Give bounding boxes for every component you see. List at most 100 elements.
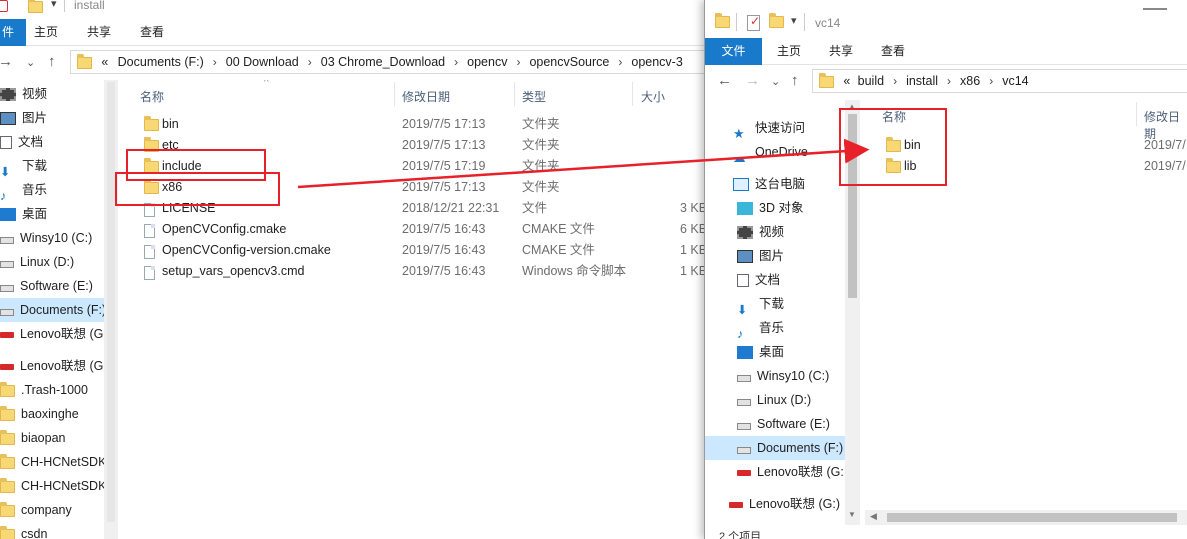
sidebar-item[interactable]: ♪ 音乐 [0,178,118,203]
folder-icon[interactable] [715,13,730,28]
sidebar-item[interactable]: 图片 [705,244,845,268]
breadcrumb-item[interactable]: opencv [467,51,507,73]
sidebar-item[interactable]: biaopan [0,426,118,450]
sidebar-item[interactable]: ⬇ 下载 [705,292,845,317]
chevron-right-icon[interactable]: › [299,51,321,73]
chevron-right-icon[interactable]: › [204,51,226,73]
sidebar-item[interactable]: company [0,498,118,522]
breadcrumb-item[interactable]: Documents (F:) [118,51,204,73]
sidebar-item[interactable]: Documents (F:) [705,436,845,460]
star-icon: ★ [733,126,745,142]
chevron-right-icon[interactable]: › [609,51,631,73]
address-bar[interactable]: « build › install › x86 › vc14 [812,69,1187,93]
column-divider[interactable] [1136,102,1137,126]
sidebar-item[interactable]: 桌面 [0,202,118,226]
column-divider[interactable] [514,82,515,106]
breadcrumb-item[interactable]: x86 [960,70,980,92]
column-divider[interactable] [632,82,633,106]
table-row[interactable]: OpenCVConfig-version.cmake 2019/7/5 16:43… [118,240,704,261]
sidebar-item[interactable]: 视频 [705,220,845,244]
column-header-name[interactable]: 名称 [140,88,164,105]
explorer-window-vc14: ✓ ▾ vc14 文件 主页 共享 查看 ← → ⌄ ↑ « build › ins… [704,0,1187,539]
sidebar-item[interactable]: 文档 [0,130,118,154]
sidebar-item[interactable]: Linux (D:) [705,388,845,412]
chevron-right-icon[interactable]: › [980,70,1002,92]
tab-home[interactable]: 主页 [765,38,813,65]
up-arrow-icon[interactable]: ↑ [791,72,799,89]
new-folder-icon[interactable] [769,13,784,28]
sidebar-item[interactable]: ♪ 音乐 [705,316,845,341]
breadcrumb-item[interactable]: 03 Chrome_Download [321,51,445,73]
nav-scrollbar[interactable] [104,80,118,539]
minimize-icon[interactable] [1143,8,1167,10]
tab-share[interactable]: 共享 [817,38,865,65]
breadcrumb-item[interactable]: vc14 [1002,70,1028,92]
recent-locations-icon[interactable]: ⌄ [26,56,35,69]
sidebar-item[interactable]: Software (E:) [705,412,845,436]
column-header-date[interactable]: 修改日期 [402,88,450,105]
column-divider[interactable] [394,82,395,106]
chevron-right-icon[interactable]: › [884,70,906,92]
sidebar-item[interactable]: ⬇ 下载 [0,154,118,179]
sidebar-item[interactable]: baoxinghe [0,402,118,426]
table-row[interactable]: OpenCVConfig.cmake 2019/7/5 16:43 CMAKE 文件… [118,219,704,240]
breadcrumb-item[interactable]: opencv-3 [631,51,682,73]
breadcrumb-item[interactable]: build [858,70,884,92]
scroll-thumb[interactable] [887,513,1177,522]
tab-file[interactable]: 文件 [705,38,762,65]
table-row[interactable]: setup_vars_opencv3.cmd 2019/7/5 16:43 Wind… [118,261,704,282]
folder-icon[interactable] [28,0,43,13]
chevron-right-icon[interactable]: › [938,70,960,92]
sidebar-item[interactable]: 图片 [0,106,118,130]
tab-share[interactable]: 共享 [75,19,123,46]
horizontal-scrollbar[interactable]: ◀ [865,510,1187,525]
tab-home[interactable]: 主页 [22,19,70,46]
tab-view[interactable]: 查看 [128,19,176,46]
sidebar-item[interactable]: .Trash-1000 [0,378,118,402]
customize-toolbar-icon[interactable]: ▾ [51,0,57,10]
breadcrumb-item[interactable]: 00 Download [226,51,299,73]
tab-view[interactable]: 查看 [869,38,917,65]
scroll-left-icon[interactable]: ◀ [870,511,877,522]
sidebar-item[interactable]: Documents (F:) [0,298,118,322]
sidebar-item-label: Software (E:) [757,417,830,431]
sidebar-item[interactable]: 桌面 [705,340,845,364]
sidebar-item[interactable]: Winsy10 (C:) [705,364,845,388]
sidebar-item[interactable]: 3D 对象 [705,196,845,220]
properties-check-icon[interactable] [0,0,8,12]
chevron-right-icon[interactable]: › [445,51,467,73]
breadcrumb-item[interactable]: install [906,70,938,92]
sidebar-item[interactable]: ☁ OneDrive [705,140,845,165]
customize-toolbar-icon[interactable]: ▾ [791,14,797,27]
sidebar-item[interactable]: Winsy10 (C:) [0,226,118,250]
sidebar-item[interactable]: CH-HCNetSDKV [0,474,118,498]
sidebar-item[interactable]: Lenovo联想 (G:) [705,492,845,516]
sidebar-item[interactable]: ★ 快速访问 [705,116,845,142]
sidebar-item[interactable]: Linux (D:) [0,250,118,274]
breadcrumb-overflow[interactable]: « [101,51,114,73]
folder-icon [0,381,15,397]
recent-locations-icon[interactable]: ⌄ [771,75,780,88]
forward-arrow-icon[interactable]: → [0,53,13,70]
sidebar-item[interactable]: CH-HCNetSDKV [0,450,118,474]
properties-check-icon[interactable]: ✓ [747,14,760,31]
sidebar-item[interactable]: Lenovo联想 (G: [705,460,845,484]
column-header-type[interactable]: 类型 [522,88,546,105]
sidebar-item[interactable]: Software (E:) [0,274,118,298]
sidebar-item[interactable]: 这台电脑 [705,172,845,196]
sidebar-item[interactable]: Lenovo联想 (G:) [0,322,118,346]
breadcrumb-item[interactable]: opencvSource [529,51,609,73]
forward-arrow-icon[interactable]: → [745,72,760,89]
table-row[interactable]: bin 2019/7/5 17:13 文件夹 [118,114,704,135]
sidebar-item[interactable]: 视频 [0,82,118,106]
up-arrow-icon[interactable]: ↑ [48,53,56,70]
chevron-right-icon[interactable]: › [507,51,529,73]
sidebar-item[interactable]: Lenovo联想 (G:) [0,354,118,378]
breadcrumb-overflow[interactable]: « [843,70,854,92]
column-header-size[interactable]: 大小 [641,88,665,105]
back-arrow-icon[interactable]: ← [717,72,732,89]
title-bar[interactable]: ✓ ▾ vc14 [705,6,1187,42]
scroll-down-icon[interactable]: ▼ [848,510,856,519]
sidebar-item[interactable]: 文档 [705,268,845,292]
sidebar-item[interactable]: csdn [0,522,118,539]
